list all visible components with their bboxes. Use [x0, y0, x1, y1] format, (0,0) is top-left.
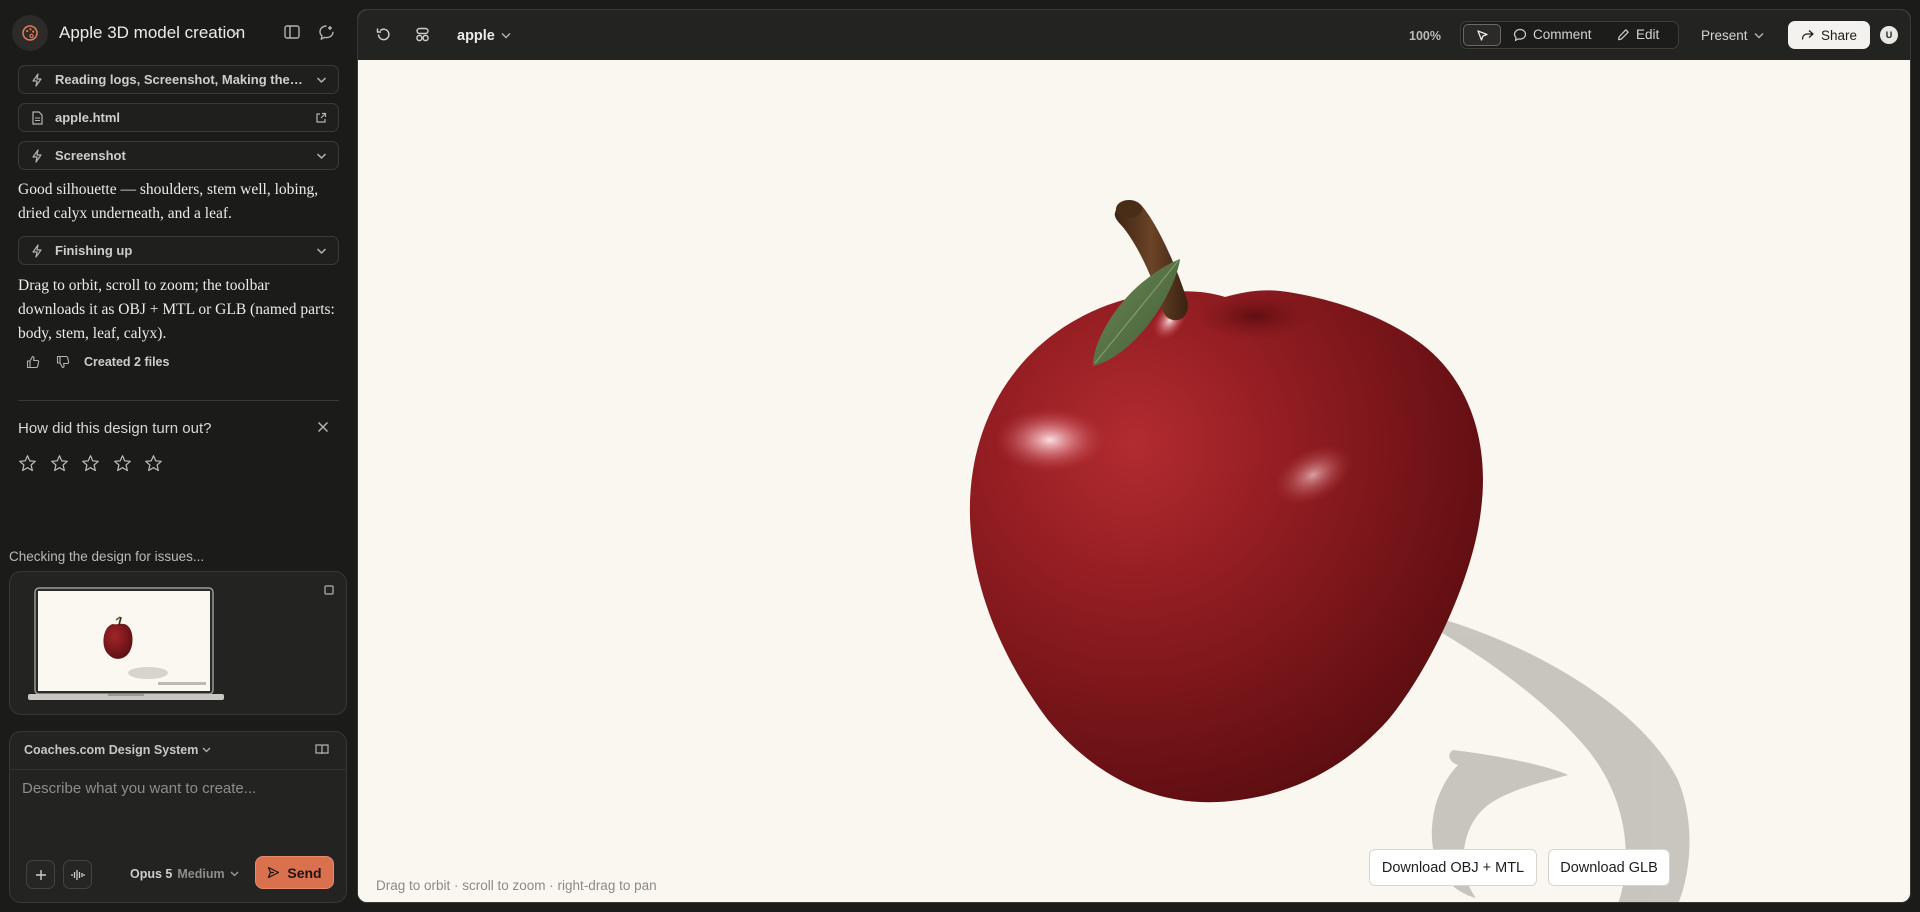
- design-system-selector[interactable]: Coaches.com Design System: [24, 743, 211, 757]
- plus-icon: [35, 869, 46, 880]
- preview-thumbnail-card[interactable]: [9, 571, 347, 715]
- chevron-down-icon[interactable]: [304, 247, 338, 255]
- edit-label: Edit: [1636, 27, 1660, 42]
- created-files-label[interactable]: Created 2 files: [84, 355, 169, 369]
- present-button[interactable]: Present: [1701, 28, 1764, 43]
- cursor-icon: [1476, 29, 1488, 41]
- waveform-icon: [70, 869, 85, 880]
- apple-body: [969, 290, 1483, 803]
- close-icon[interactable]: [317, 421, 329, 433]
- step-finishing-up[interactable]: Finishing up: [18, 236, 339, 265]
- comment-label: Comment: [1533, 27, 1592, 42]
- stem-cavity: [1195, 292, 1315, 340]
- chevron-down-icon: [1754, 33, 1764, 39]
- avatar[interactable]: U: [1880, 26, 1898, 44]
- model-name: Opus 5: [130, 867, 173, 881]
- components-icon[interactable]: [414, 26, 431, 43]
- download-glb-button[interactable]: Download GLB: [1548, 849, 1670, 886]
- main-canvas-panel: apple 100% Comment Edit Present Share U …: [357, 9, 1911, 903]
- sidebar-toggle-icon[interactable]: [284, 25, 300, 39]
- model-selector[interactable]: Opus 5 Medium: [130, 867, 239, 881]
- expand-icon[interactable]: [324, 585, 334, 595]
- comment-tool-button[interactable]: Comment: [1513, 27, 1592, 42]
- assistant-message: Good silhouette — shoulders, stem well, …: [18, 181, 319, 222]
- refresh-icon[interactable]: [375, 26, 392, 43]
- zoom-level[interactable]: 100%: [1409, 29, 1441, 43]
- file-apple-html[interactable]: apple.html: [18, 103, 339, 132]
- external-link-icon[interactable]: [304, 112, 338, 124]
- specular-highlight: [995, 408, 1105, 472]
- thumbs-down-icon[interactable]: [48, 355, 78, 369]
- 3d-viewport[interactable]: Drag to orbit · scroll to zoom · right-d…: [358, 60, 1911, 903]
- assistant-message: Drag to orbit, scroll to zoom; the toolb…: [18, 277, 335, 342]
- file-icon: [19, 110, 55, 125]
- star-icon[interactable]: [81, 454, 113, 473]
- step-label: Screenshot: [55, 148, 126, 163]
- book-icon[interactable]: [315, 743, 329, 755]
- design-system-name: Coaches.com Design System: [24, 743, 199, 757]
- step-label: apple.html: [55, 110, 121, 125]
- chevron-down-icon[interactable]: [501, 32, 511, 39]
- bolt-icon: [19, 243, 55, 258]
- voice-input-button[interactable]: [63, 860, 92, 889]
- send-icon: [268, 866, 280, 879]
- sidebar-header: Apple 3D model creation: [0, 0, 355, 66]
- step-screenshot[interactable]: Screenshot: [18, 141, 339, 170]
- chevron-down-icon[interactable]: [304, 76, 338, 84]
- orbit-hint: Drag to orbit · scroll to zoom · right-d…: [376, 878, 657, 893]
- present-label: Present: [1701, 28, 1748, 43]
- prompt-input[interactable]: [22, 780, 334, 840]
- star-rating: [18, 454, 176, 473]
- palette-icon[interactable]: [12, 15, 48, 51]
- share-button[interactable]: Share: [1788, 21, 1870, 49]
- new-chat-icon[interactable]: [318, 24, 335, 41]
- checking-status: Checking the design for issues...: [9, 549, 205, 564]
- rating-question: How did this design turn out?: [18, 420, 212, 437]
- feedback-row: Created 2 files: [18, 352, 169, 372]
- bolt-icon: [19, 148, 55, 163]
- send-label: Send: [287, 864, 322, 881]
- bolt-icon: [19, 72, 55, 87]
- share-label: Share: [1820, 27, 1858, 43]
- send-button[interactable]: Send: [255, 856, 334, 889]
- chevron-down-icon[interactable]: [230, 28, 241, 36]
- comment-icon: [1513, 28, 1527, 41]
- effort-level: Medium: [177, 867, 225, 881]
- star-icon[interactable]: [18, 454, 50, 473]
- edit-tool-button[interactable]: Edit: [1617, 27, 1659, 42]
- sidebar: Apple 3D model creation Reading logs, Sc…: [0, 0, 355, 912]
- prompt-composer: Coaches.com Design System Opus 5 Medium …: [9, 731, 347, 903]
- step-label: Finishing up: [55, 243, 133, 258]
- project-title[interactable]: Apple 3D model creation: [59, 23, 245, 43]
- stem-tip: [1116, 200, 1142, 218]
- select-tool-button[interactable]: [1463, 24, 1501, 46]
- chevron-down-icon: [202, 747, 211, 753]
- apple-3d-model[interactable]: [358, 60, 1911, 903]
- share-icon: [1801, 30, 1814, 40]
- file-name[interactable]: apple: [457, 28, 495, 44]
- add-attachment-button[interactable]: [26, 860, 55, 889]
- laptop-preview-image: [28, 586, 228, 704]
- star-icon[interactable]: [113, 454, 145, 473]
- step-reading-logs[interactable]: Reading logs, Screenshot, Making the app…: [18, 65, 339, 94]
- pencil-icon: [1618, 29, 1629, 41]
- divider: [18, 400, 339, 401]
- divider: [10, 769, 346, 770]
- step-label: Reading logs, Screenshot, Making the app…: [55, 72, 304, 87]
- star-icon[interactable]: [144, 454, 176, 473]
- tool-group: Comment Edit: [1460, 21, 1679, 49]
- canvas-toolbar: apple 100% Comment Edit Present Share U: [358, 10, 1910, 60]
- thumbs-up-icon[interactable]: [18, 355, 48, 369]
- star-icon[interactable]: [50, 454, 82, 473]
- chevron-down-icon[interactable]: [304, 152, 338, 160]
- download-obj-button[interactable]: Download OBJ + MTL: [1369, 849, 1537, 886]
- chevron-down-icon: [230, 871, 239, 877]
